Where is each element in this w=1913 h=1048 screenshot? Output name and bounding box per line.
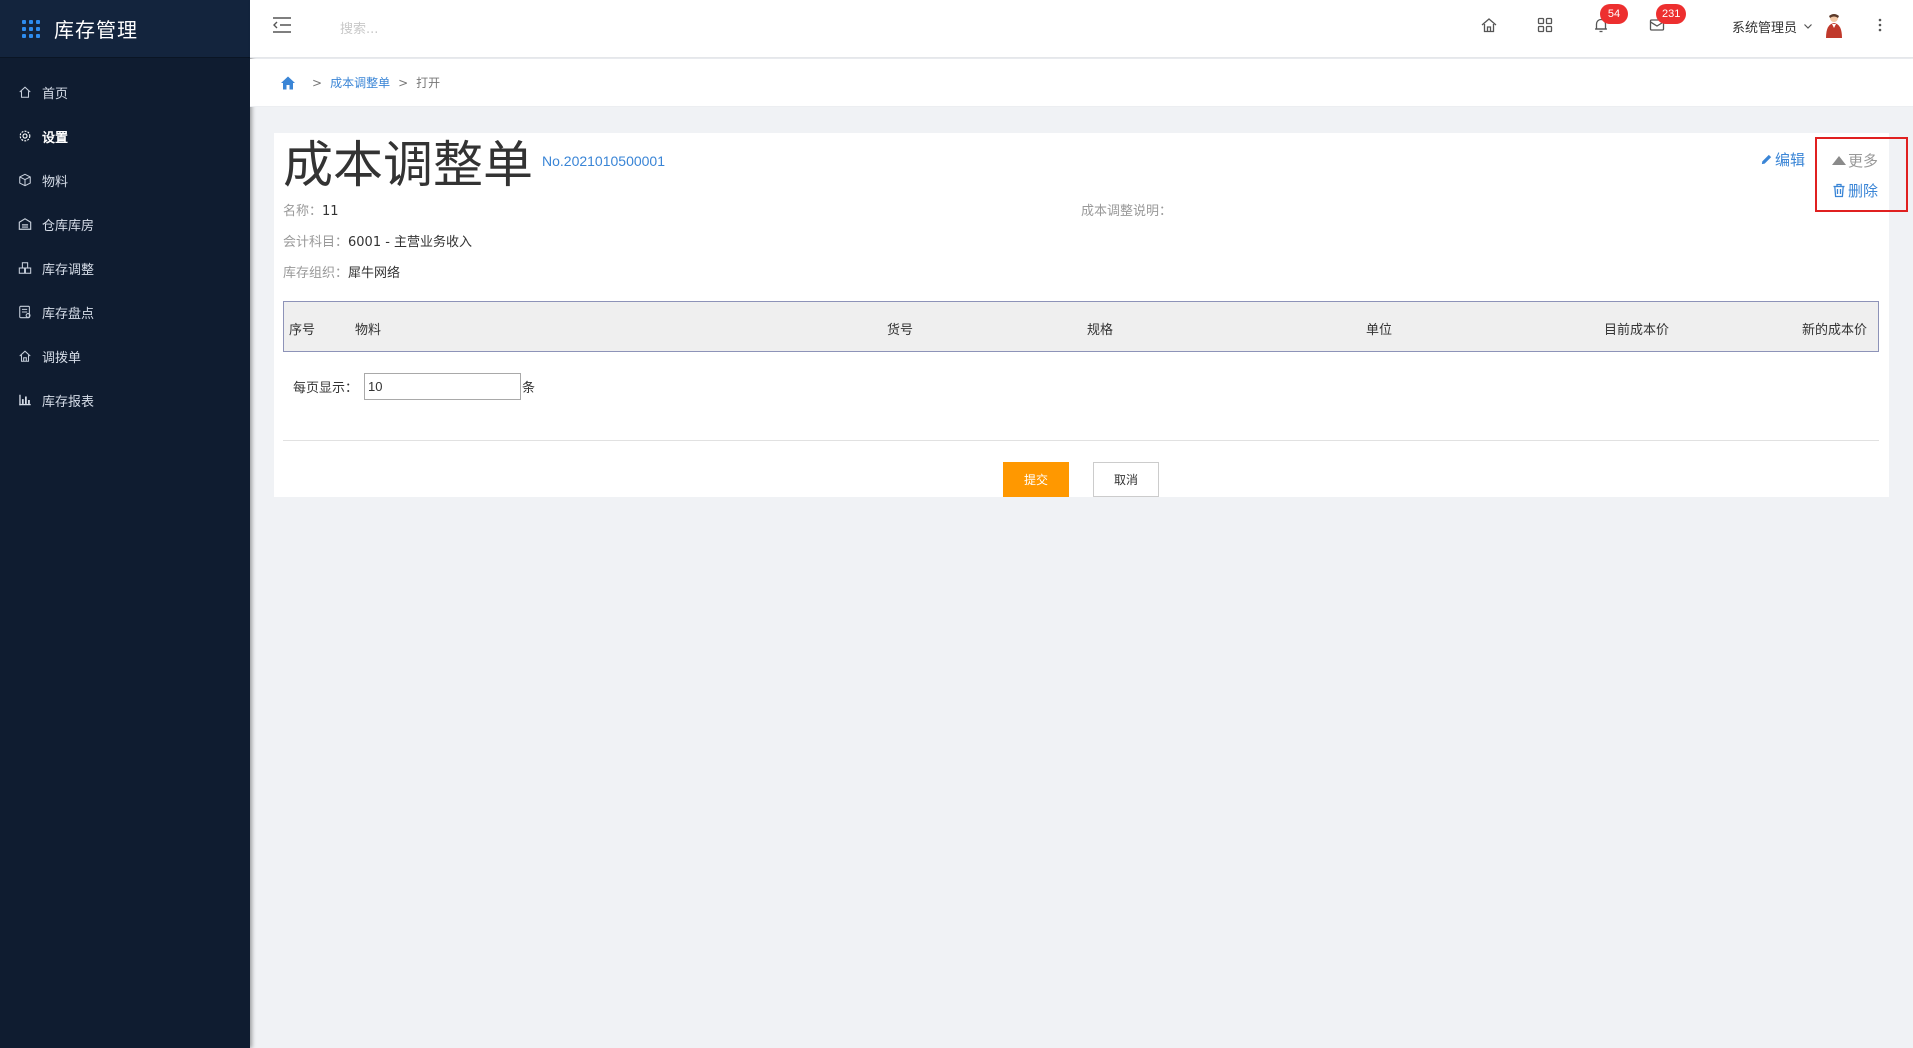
page-title: 成本调整单 [283, 136, 533, 194]
messages-badge: 231 [1656, 4, 1687, 24]
home-icon [18, 85, 32, 99]
boxes-icon [18, 261, 32, 275]
name-field: 名称：11 [283, 200, 339, 219]
account-field: 会计科目：6001 - 主营业务收入 [283, 231, 472, 250]
delete-label: 删除 [1848, 182, 1879, 200]
apps-icon[interactable] [1536, 16, 1554, 34]
breadcrumb-separator: > [312, 75, 323, 90]
account-value: 6001 - 主营业务收入 [348, 235, 473, 250]
bar-chart-icon [18, 393, 32, 407]
page-size-control: 每页显示： 条 [293, 373, 535, 400]
sidebar-item-label: 仓库库房 [42, 218, 95, 234]
checklist-icon [18, 305, 32, 319]
submit-button[interactable]: 提交 [1003, 462, 1069, 497]
chevron-down-icon [1804, 24, 1812, 29]
sidebar-item-label: 设置 [42, 130, 69, 146]
search-input[interactable] [340, 14, 600, 44]
sidebar-item-label: 首页 [42, 86, 69, 102]
column-header-item-no: 货号 [887, 323, 914, 338]
note-field: 成本调整说明： [1081, 200, 1172, 219]
column-header-material: 物料 [355, 323, 382, 338]
caret-up-icon [1832, 156, 1846, 165]
edit-label: 编辑 [1775, 151, 1806, 169]
page-size-label: 每页显示： [293, 381, 359, 396]
avatar[interactable] [1824, 12, 1844, 38]
home-icon[interactable] [1480, 16, 1498, 34]
notifications-badge: 54 [1600, 4, 1628, 24]
breadcrumb-home-icon[interactable] [280, 75, 296, 91]
sidebar-item-label: 库存盘点 [42, 306, 95, 322]
page-size-input[interactable] [364, 373, 522, 400]
apps-grid-icon [22, 19, 40, 38]
items-table-header: 序号 物料 货号 规格 单位 目前成本价 新的成本价 [283, 301, 1879, 352]
user-name: 系统管理员 [1732, 20, 1798, 36]
sidebar-item-label: 调拨单 [42, 350, 82, 366]
name-value: 11 [322, 204, 339, 219]
account-label: 会计科目： [283, 235, 349, 250]
sidebar-item-label: 库存调整 [42, 262, 95, 278]
delete-button[interactable]: 删除 [1832, 180, 1878, 201]
column-header-unit: 单位 [1366, 323, 1393, 338]
breadcrumb-current: 打开 [416, 76, 441, 90]
org-field: 库存组织：犀牛网络 [283, 262, 400, 281]
cancel-button[interactable]: 取消 [1093, 462, 1159, 497]
sidebar-item-transfer[interactable]: 调拨单 [0, 334, 250, 378]
breadcrumb-link-cost-adjust[interactable]: 成本调整单 [330, 74, 390, 91]
gear-icon [18, 129, 32, 143]
org-value: 犀牛网络 [348, 266, 401, 281]
org-label: 库存组织： [283, 266, 349, 281]
messages-icon[interactable]: 231 [1648, 4, 1687, 34]
app-title: 库存管理 [54, 18, 138, 42]
cube-icon [18, 173, 32, 187]
pencil-icon [1761, 154, 1772, 165]
sidebar-menu: 首页 设置 物料 仓库库房 库存调整 库存盘点 调拨单 库存报表 [0, 58, 250, 422]
user-menu[interactable]: 系统管理员 [1732, 16, 1813, 36]
sidebar-item-stock-adjust[interactable]: 库存调整 [0, 246, 250, 290]
breadcrumb: > 成本调整单 > 打开 [250, 59, 1913, 107]
column-header-index: 序号 [289, 323, 316, 338]
document-card: 成本调整单 No.2021010500001 编辑 名称：11 会计科目：600… [274, 133, 1889, 497]
notifications-bell-icon[interactable]: 54 [1592, 4, 1628, 34]
column-header-new-cost: 新的成本价 [1802, 323, 1868, 338]
edit-button[interactable]: 编辑 [1760, 149, 1805, 170]
sidebar-item-warehouse[interactable]: 仓库库房 [0, 202, 250, 246]
brand[interactable]: 库存管理 [0, 0, 250, 58]
top-header: 54 231 系统管理员 [250, 0, 1913, 58]
transfer-icon [18, 349, 32, 363]
sidebar-item-materials[interactable]: 物料 [0, 158, 250, 202]
sidebar: 库存管理 首页 设置 物料 仓库库房 库存调整 库存盘点 调拨单 库存报表 [0, 0, 250, 1048]
sidebar-item-reports[interactable]: 库存报表 [0, 378, 250, 422]
sidebar-item-label: 物料 [42, 174, 69, 190]
document-number: No.2021010500001 [542, 153, 666, 169]
name-label: 名称： [283, 204, 323, 219]
sidebar-item-stock-count[interactable]: 库存盘点 [0, 290, 250, 334]
more-vertical-icon[interactable] [1877, 16, 1883, 34]
note-label: 成本调整说明： [1081, 204, 1173, 219]
sidebar-item-settings[interactable]: 设置 [0, 114, 250, 158]
column-header-current-cost: 目前成本价 [1604, 323, 1670, 338]
more-label: 更多 [1848, 152, 1879, 170]
page-size-unit: 条 [522, 381, 536, 396]
column-header-spec: 规格 [1087, 323, 1114, 338]
breadcrumb-separator: > [398, 75, 409, 90]
warehouse-icon [18, 217, 32, 231]
divider [283, 440, 1879, 441]
sidebar-item-label: 库存报表 [42, 394, 95, 410]
more-button[interactable]: 更多 [1832, 150, 1878, 171]
trash-icon [1833, 183, 1845, 198]
sidebar-item-home[interactable]: 首页 [0, 70, 250, 114]
menu-toggle-icon[interactable] [272, 16, 292, 34]
